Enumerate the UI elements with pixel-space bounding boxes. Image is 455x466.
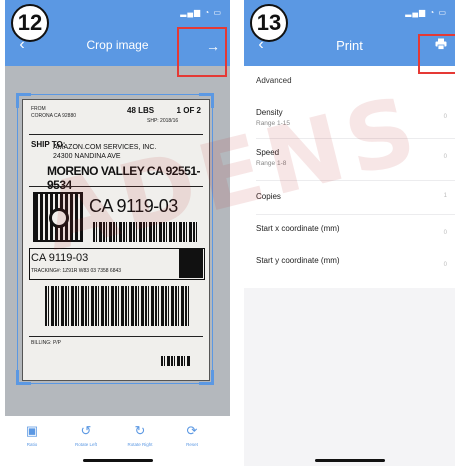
- barcode: [93, 222, 199, 242]
- section-heading: Advanced: [256, 76, 292, 85]
- crop-image-screen: ▂▄▆ ◔ ▭ ‹ Crop image → 12 FROM CORONA CA…: [5, 0, 230, 466]
- setting-subtitle: Range 1-15: [256, 120, 290, 127]
- divider: [29, 186, 203, 187]
- shipping-label-image: FROM CORONA CA 92880 48 LBS 1 OF 2 SHP: …: [22, 99, 210, 381]
- tracking-number: TRACKING#: 1Z91R W83 03 7358 6843: [31, 268, 122, 274]
- label-piece-count: 1 OF 2: [176, 106, 201, 115]
- setting-row-copies[interactable]: Copies 1: [244, 182, 455, 212]
- recipient-line: AMAZON.COM SERVICES, INC.: [53, 144, 157, 151]
- label-ship-date: SHP: 2018/16: [147, 118, 179, 124]
- advanced-settings-list: Advanced Density Range 1-15 0 Speed Rang…: [244, 66, 455, 288]
- print-screen: ▂▄▆ ◔ ▭ ‹ Print 13 Advanced Density Rang…: [244, 0, 455, 466]
- highlight-box: [418, 34, 455, 74]
- setting-row-density[interactable]: Density Range 1-15 0: [244, 100, 455, 136]
- image-icon: ▣: [25, 423, 39, 438]
- sender-line: FROM: [31, 106, 46, 112]
- barcode: [45, 286, 191, 326]
- setting-row-speed[interactable]: Speed Range 1-8 0: [244, 140, 455, 178]
- routing-code-small: CA 9119-03: [31, 252, 89, 264]
- divider: [29, 336, 203, 337]
- routing-box-fill: [179, 248, 203, 278]
- setting-title: Density: [256, 108, 283, 117]
- setting-value[interactable]: 0: [444, 262, 447, 268]
- crop-area[interactable]: FROM CORONA CA 92880 48 LBS 1 OF 2 SHP: …: [5, 66, 230, 416]
- billing-info: BILLING: P/P: [31, 340, 62, 346]
- setting-row-start-x[interactable]: Start x coordinate (mm) 0: [244, 218, 455, 250]
- status-icons: ▂▄▆ ◔ ▭: [180, 8, 222, 17]
- recipient-line: 24300 NANDINA AVE: [53, 153, 121, 160]
- rotate-left-button[interactable]: ↺ Rotate Left: [61, 423, 111, 448]
- setting-title: Start y coordinate (mm): [256, 256, 340, 265]
- reset-icon: ⟳: [186, 423, 198, 438]
- reset-label: Reset: [186, 442, 198, 447]
- setting-value[interactable]: 0: [444, 230, 447, 236]
- step-number-badge: 12: [11, 4, 49, 42]
- setting-subtitle: Range 1-8: [256, 160, 287, 167]
- home-indicator: [314, 459, 385, 462]
- rotate-left-label: Rotate Left: [74, 442, 97, 447]
- setting-title: Speed: [256, 148, 280, 157]
- rotate-left-icon: ↺: [80, 423, 92, 438]
- routing-code: CA 9119-03: [89, 196, 178, 216]
- ratio-label: Ratio: [26, 442, 38, 447]
- setting-value[interactable]: 1: [444, 193, 447, 199]
- crop-frame[interactable]: FROM CORONA CA 92880 48 LBS 1 OF 2 SHP: …: [16, 93, 214, 385]
- label-weight: 48 LBS: [127, 106, 155, 115]
- rotate-right-label: Rotate Right: [127, 442, 153, 447]
- rotate-right-icon: ↻: [134, 423, 146, 438]
- divider: [256, 180, 455, 181]
- divider: [256, 214, 455, 215]
- crop-toolbar: ▣ Ratio ↺ Rotate Left ↻ Rotate Right ⟳ R…: [5, 416, 230, 466]
- recipient-city: MORENO VALLEY CA 92551-9534: [47, 164, 200, 192]
- setting-title: Start x coordinate (mm): [256, 224, 340, 233]
- setting-value[interactable]: 0: [444, 154, 447, 160]
- step-number-badge: 13: [250, 4, 288, 42]
- rotate-right-button[interactable]: ↻ Rotate Right: [115, 423, 165, 448]
- setting-value[interactable]: 0: [444, 114, 447, 120]
- barcode: [161, 356, 191, 366]
- home-indicator: [82, 459, 153, 462]
- status-icons: ▂▄▆ ◔ ▭: [405, 8, 447, 17]
- reset-button[interactable]: ⟳ Reset: [167, 423, 217, 448]
- ratio-button[interactable]: ▣ Ratio: [7, 423, 57, 448]
- divider: [256, 138, 455, 139]
- highlight-box: [177, 27, 227, 77]
- qr-code: [33, 192, 83, 242]
- setting-row-start-y[interactable]: Start y coordinate (mm) 0: [244, 250, 455, 284]
- divider: [29, 134, 203, 135]
- sender-line: CORONA CA 92880: [31, 113, 77, 119]
- setting-title: Copies: [256, 192, 281, 201]
